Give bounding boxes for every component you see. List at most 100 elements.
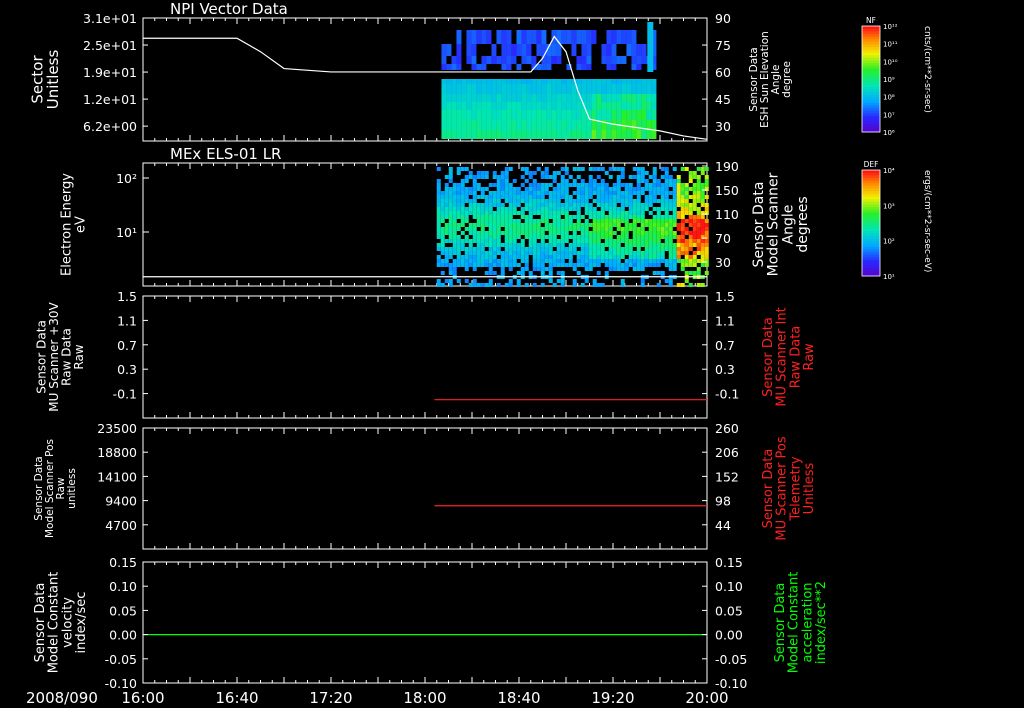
heatmap-cell — [600, 247, 605, 251]
heatmap-cell — [504, 259, 509, 263]
heatmap-cell — [536, 195, 541, 199]
heatmap-cell — [696, 283, 701, 287]
heatmap-cell — [688, 259, 693, 263]
heatmap-cell — [456, 110, 462, 120]
heatmap-cell — [466, 94, 472, 102]
heatmap-cell — [644, 235, 649, 239]
heatmap-cell — [584, 199, 589, 203]
heatmap-cell — [448, 187, 453, 191]
heatmap-cell — [621, 102, 627, 110]
heatmap-cell — [516, 30, 522, 44]
heatmap-cell — [620, 219, 625, 223]
heatmap-cell — [506, 84, 512, 94]
heatmap-cell — [476, 110, 482, 120]
heatmap-cell — [526, 56, 532, 64]
heatmap-cell — [636, 267, 641, 271]
heatmap-cell — [504, 187, 509, 191]
heatmap-cell — [441, 64, 447, 70]
heatmap-cell — [644, 259, 649, 263]
heatmap-cell — [612, 191, 617, 195]
heatmap-cell — [560, 179, 565, 183]
heatmap-cell — [616, 84, 622, 94]
heatmap-cell — [528, 247, 533, 251]
heatmap-cell — [656, 283, 661, 287]
heatmap-cell — [460, 243, 465, 247]
heatmap-cell — [468, 243, 473, 247]
heatmap-cell — [680, 195, 685, 199]
heatmap-cell — [541, 130, 547, 139]
heatmap-cell — [472, 283, 477, 287]
heatmap-cell — [660, 167, 665, 171]
heatmap-cell — [548, 195, 553, 199]
heatmap-cell — [576, 64, 582, 70]
heatmap-cell — [636, 259, 641, 263]
y-axis-label-line: Raw — [72, 344, 86, 369]
heatmap-cell — [596, 175, 601, 179]
heatmap-cell — [532, 263, 537, 267]
heatmap-cell — [540, 211, 545, 215]
heatmap-cell — [544, 247, 549, 251]
heatmap-cell — [512, 211, 517, 215]
heatmap-cell — [448, 255, 453, 259]
heatmap-cell — [581, 30, 587, 44]
heatmap-cell — [648, 223, 653, 227]
heatmap-cell — [488, 223, 493, 227]
heatmap-cell — [481, 130, 487, 139]
heatmap-cell — [568, 235, 573, 239]
heatmap-cell — [586, 94, 592, 102]
heatmap-cell — [506, 120, 512, 130]
heatmap-cell — [591, 110, 597, 120]
heatmap-cell — [596, 102, 602, 110]
heatmap-cell — [640, 215, 645, 219]
heatmap-cell — [548, 255, 553, 259]
heatmap-cell — [520, 247, 525, 251]
heatmap-cell — [552, 215, 557, 219]
heatmap-cell — [664, 259, 669, 263]
heatmap-cell — [560, 271, 565, 275]
heatmap-cell — [448, 279, 453, 283]
heatmap-cell — [444, 187, 449, 191]
heatmap-cell — [560, 167, 565, 171]
heatmap-cell — [516, 247, 521, 251]
heatmap-cell — [468, 175, 473, 179]
heatmap-cell — [526, 110, 532, 120]
heatmap-cell — [508, 263, 513, 267]
heatmap-cell — [548, 183, 553, 187]
heatmap-cell — [604, 255, 609, 259]
heatmap-cell — [608, 195, 613, 199]
heatmap-cell — [628, 195, 633, 199]
heatmap-cell — [581, 44, 587, 56]
heatmap-cell — [620, 279, 625, 283]
heatmap-cell — [484, 187, 489, 191]
right-y-tick-label: 0.15 — [715, 555, 743, 570]
heatmap-cell — [536, 187, 541, 191]
heatmap-cell — [544, 199, 549, 203]
heatmap-cell — [631, 79, 637, 84]
heatmap-cell — [608, 203, 613, 207]
heatmap-cell — [544, 183, 549, 187]
heatmap-cell — [644, 239, 649, 243]
heatmap-cell — [492, 271, 497, 275]
heatmap-cell — [536, 130, 542, 139]
heatmap-cell — [692, 219, 697, 223]
heatmap-cell — [506, 94, 512, 102]
heatmap-cell — [700, 231, 705, 235]
heatmap-cell — [600, 219, 605, 223]
colorbar-tick-label: 10² — [883, 238, 895, 246]
heatmap-cell — [551, 94, 557, 102]
heatmap-cell — [688, 243, 693, 247]
heatmap-cell — [631, 120, 637, 130]
heatmap-cell — [612, 255, 617, 259]
heatmap-cell — [540, 227, 545, 231]
heatmap-cell — [652, 199, 657, 203]
heatmap-cell — [616, 183, 621, 187]
heatmap-cell — [688, 215, 693, 219]
heatmap-cell — [680, 227, 685, 231]
heatmap-cell — [564, 247, 569, 251]
heatmap-cell — [552, 251, 557, 255]
heatmap-cell — [508, 279, 513, 283]
heatmap-cell — [601, 56, 607, 64]
heatmap-cell — [668, 255, 673, 259]
heatmap-cell — [521, 110, 527, 120]
heatmap-cell — [476, 102, 482, 110]
